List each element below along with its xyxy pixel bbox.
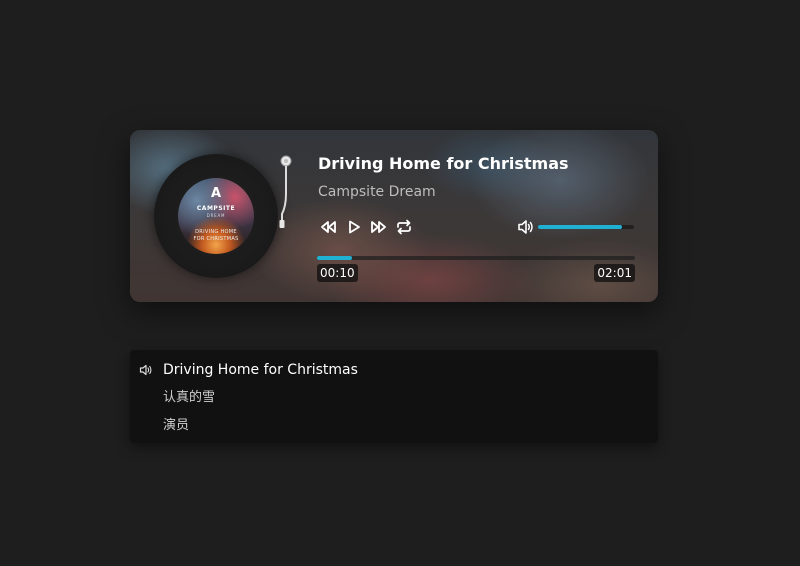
rewind-button[interactable] xyxy=(318,218,338,236)
total-time: 02:01 xyxy=(594,264,635,282)
playlist-item[interactable]: 认真的雪 xyxy=(130,385,658,413)
cover-title-line1: DRIVING HOME xyxy=(195,229,237,235)
fast-forward-icon xyxy=(371,221,386,233)
playlist: Driving Home for Christmas 认真的雪 演员 xyxy=(130,350,658,443)
play-icon xyxy=(349,220,360,234)
current-time: 00:10 xyxy=(317,264,358,282)
repeat-icon xyxy=(397,219,411,235)
track-artist: Campsite Dream xyxy=(318,184,436,200)
playlist-item-label: Driving Home for Christmas xyxy=(163,362,358,378)
album-cover: A CAMPSITE DREAM DRIVING HOME FOR CHRIST… xyxy=(178,178,254,254)
playlist-item[interactable]: 演员 xyxy=(130,413,658,441)
cover-brand-sub: DREAM xyxy=(206,213,226,218)
cover-brand: CAMPSITE xyxy=(196,205,236,212)
cover-title-line2: FOR CHRISTMAS xyxy=(193,236,239,242)
progress-bar-fill xyxy=(317,256,352,260)
tonearm-icon xyxy=(279,155,292,228)
playlist-item-label: 演员 xyxy=(163,418,190,433)
vinyl-disc: A CAMPSITE DREAM DRIVING HOME FOR CHRIST… xyxy=(154,154,278,278)
mute-button[interactable] xyxy=(516,218,536,236)
now-playing-speaker-icon xyxy=(139,364,152,376)
music-player-card: A CAMPSITE DREAM DRIVING HOME FOR CHRIST… xyxy=(130,130,658,302)
playlist-item[interactable]: Driving Home for Christmas xyxy=(130,357,658,385)
track-title: Driving Home for Christmas xyxy=(318,154,569,173)
rewind-icon xyxy=(321,221,336,233)
progress-bar[interactable] xyxy=(317,256,635,260)
cover-logo: A xyxy=(210,186,222,201)
playlist-item-label: 认真的雪 xyxy=(163,390,216,405)
volume-slider-fill xyxy=(538,225,623,229)
volume-slider[interactable] xyxy=(538,225,634,229)
play-button[interactable] xyxy=(344,218,364,236)
speaker-icon xyxy=(518,220,533,234)
repeat-button[interactable] xyxy=(394,218,414,236)
fast-forward-button[interactable] xyxy=(369,218,389,236)
